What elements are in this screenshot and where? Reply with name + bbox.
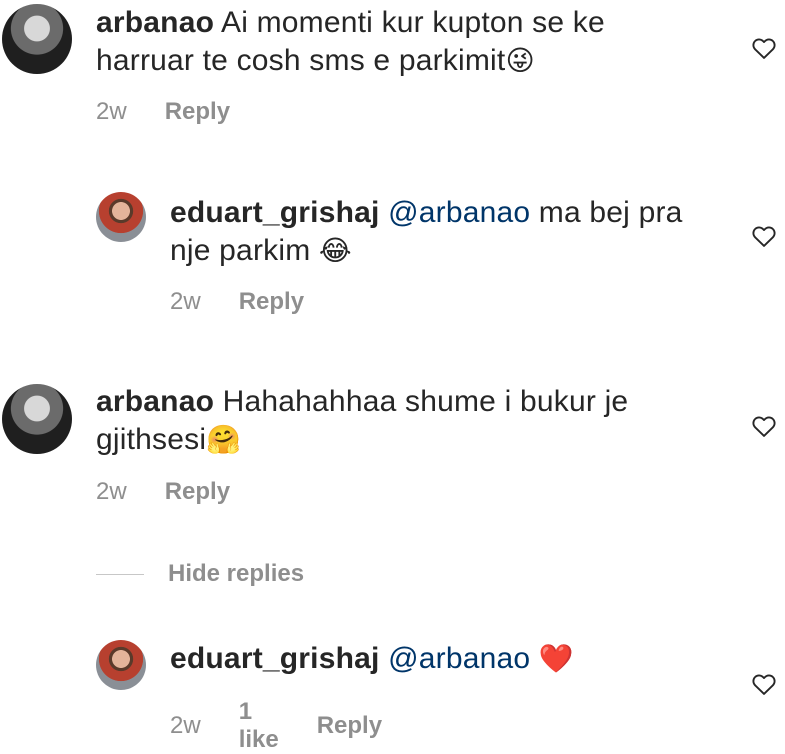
comment-text: arbanao Hahahahhaa shume i bukur je gjit… bbox=[96, 383, 696, 459]
comment-meta: 2w Reply bbox=[96, 478, 230, 506]
avatar[interactable] bbox=[96, 192, 146, 242]
comment-text: eduart_grishaj @arbanao ❤️ bbox=[170, 640, 690, 678]
timestamp: 2w bbox=[96, 478, 127, 505]
mention-link[interactable]: @arbanao bbox=[388, 642, 530, 675]
heart-outline-icon[interactable] bbox=[750, 222, 778, 250]
heart-outline-icon[interactable] bbox=[750, 34, 778, 62]
username[interactable]: eduart_grishaj bbox=[170, 196, 380, 229]
comment-meta: 2w Reply bbox=[170, 288, 304, 316]
username[interactable]: arbanao bbox=[96, 385, 214, 418]
comment-text: eduart_grishaj @arbanao ma bej pra nje p… bbox=[170, 194, 690, 270]
timestamp: 2w bbox=[170, 712, 201, 739]
timestamp: 2w bbox=[96, 98, 127, 125]
hide-replies-label: Hide replies bbox=[168, 560, 305, 587]
avatar[interactable] bbox=[2, 4, 72, 74]
username[interactable]: eduart_grishaj bbox=[170, 642, 380, 675]
emoji: 😜 bbox=[505, 45, 535, 76]
emoji: 🤗 bbox=[206, 424, 242, 455]
emoji: 😂 bbox=[318, 235, 352, 266]
reply-button[interactable]: Reply bbox=[239, 288, 304, 316]
timestamp: 2w bbox=[170, 288, 201, 315]
comment-meta: 2w 1 like Reply bbox=[170, 698, 382, 754]
emoji: ❤️ bbox=[538, 643, 574, 674]
reply-button[interactable]: Reply bbox=[317, 712, 382, 740]
avatar[interactable] bbox=[2, 384, 72, 454]
username[interactable]: arbanao bbox=[96, 6, 214, 39]
heart-outline-icon[interactable] bbox=[750, 670, 778, 698]
reply-button[interactable]: Reply bbox=[165, 98, 230, 126]
heart-outline-icon[interactable] bbox=[750, 412, 778, 440]
likes-count[interactable]: 1 like bbox=[239, 698, 279, 754]
comment-meta: 2w Reply bbox=[96, 98, 230, 126]
comment-body bbox=[530, 642, 539, 675]
reply-button[interactable]: Reply bbox=[165, 478, 230, 506]
comment-text: arbanao Ai momenti kur kupton se ke harr… bbox=[96, 4, 656, 80]
mention-link[interactable]: @arbanao bbox=[388, 196, 530, 229]
hide-replies-button[interactable]: Hide replies bbox=[96, 560, 304, 588]
avatar[interactable] bbox=[96, 640, 146, 690]
divider bbox=[96, 573, 144, 575]
